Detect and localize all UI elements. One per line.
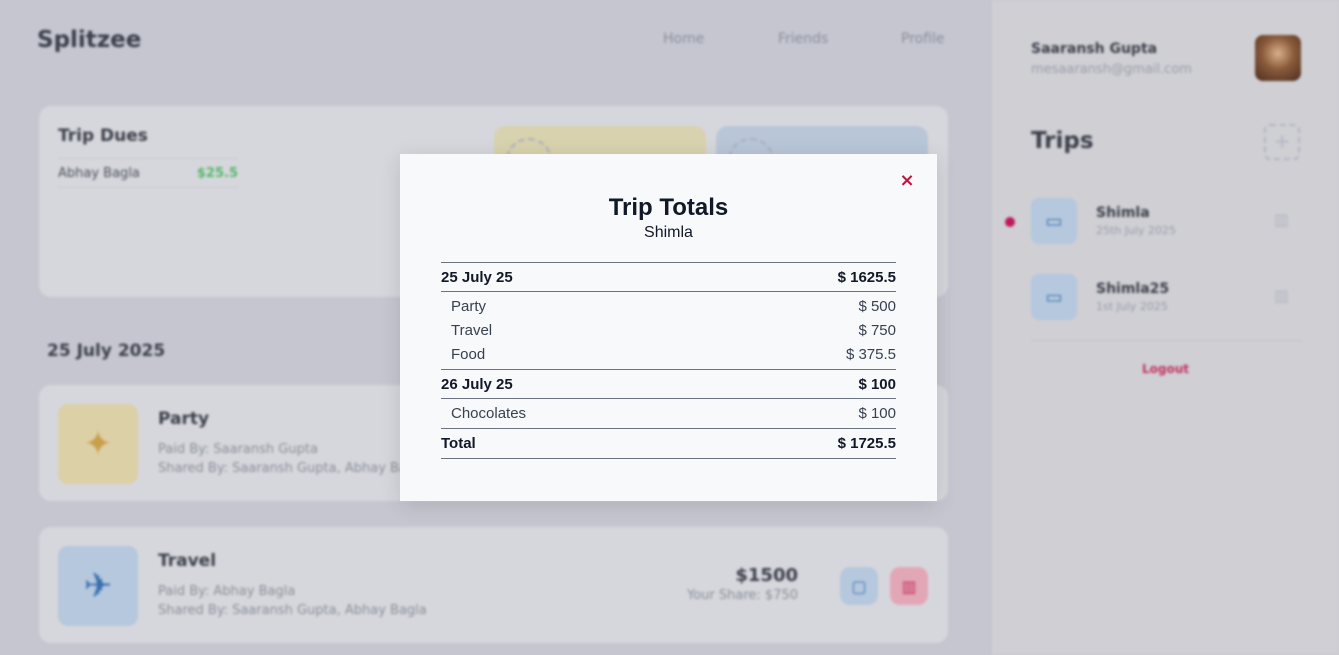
avatar[interactable] bbox=[1255, 35, 1301, 81]
nav-home[interactable]: Home bbox=[663, 31, 704, 47]
trips-title: Trips bbox=[1031, 128, 1094, 154]
nav-friends[interactable]: Friends bbox=[778, 31, 828, 47]
close-icon[interactable]: × bbox=[897, 171, 917, 191]
logout-button[interactable]: Logout bbox=[992, 362, 1339, 376]
modal-subtitle: Shimla bbox=[644, 224, 693, 241]
group-total: $ 100 bbox=[858, 375, 896, 393]
trip-name: Shimla25 bbox=[1096, 281, 1170, 297]
group-total: $ 1625.5 bbox=[837, 268, 896, 286]
group-date: 25 July 25 bbox=[441, 268, 513, 286]
item-label: Chocolates bbox=[451, 404, 527, 422]
expense-name: Party bbox=[158, 409, 210, 429]
item-label: Food bbox=[451, 345, 486, 363]
trip-date: 25th July 2025 bbox=[1096, 224, 1177, 237]
dues-row: Abhay Bagla $25.5 bbox=[58, 158, 238, 188]
trip-totals-modal: × Trip Totals Shimla 25 July 25 $ 1625.5… bbox=[400, 154, 937, 501]
trash-icon: ▥ bbox=[901, 576, 917, 596]
bookmark-button[interactable]: ▢ bbox=[840, 567, 878, 605]
trash-icon[interactable]: ▥ bbox=[1274, 286, 1289, 305]
item-amount: $ 100 bbox=[858, 404, 896, 422]
totals-table: 25 July 25 $ 1625.5 Party $ 500 Travel $… bbox=[441, 262, 896, 459]
item-label: Party bbox=[451, 297, 487, 315]
divider bbox=[1031, 340, 1301, 341]
airplane-icon: ✈ bbox=[58, 546, 138, 626]
item-amount: $ 375.5 bbox=[845, 345, 896, 363]
sidebar: Saaransh Gupta mesaaransh@gmail.com Trip… bbox=[992, 0, 1339, 655]
brand-logo[interactable]: Splitzee bbox=[37, 27, 141, 53]
total-label: Total bbox=[441, 435, 476, 452]
expense-your-share: Your Share: $750 bbox=[687, 588, 798, 603]
active-indicator bbox=[1005, 217, 1015, 227]
group-items: Party $ 500 Travel $ 750 Food $ 375.5 bbox=[441, 292, 896, 370]
nav-profile[interactable]: Profile bbox=[901, 31, 945, 47]
group-date: 26 July 25 bbox=[441, 375, 513, 393]
user-name: Saaransh Gupta bbox=[1031, 41, 1158, 57]
expense-name: Travel bbox=[158, 551, 217, 571]
delete-expense-button[interactable]: ▥ bbox=[890, 567, 928, 605]
item-row: Travel $ 750 bbox=[441, 318, 896, 342]
group-header-row: 26 July 25 $ 100 bbox=[441, 370, 896, 399]
dues-amount: $25.5 bbox=[196, 166, 238, 181]
item-amount: $ 500 bbox=[858, 297, 896, 315]
ticket-icon: ▭ bbox=[1031, 198, 1077, 244]
trash-icon[interactable]: ▥ bbox=[1274, 210, 1289, 229]
trip-name: Shimla bbox=[1096, 205, 1150, 221]
bookmark-icon: ▢ bbox=[851, 576, 867, 596]
item-label: Travel bbox=[451, 321, 493, 339]
group-items: Chocolates $ 100 bbox=[441, 399, 896, 429]
item-amount: $ 750 bbox=[858, 321, 896, 339]
party-popper-icon: ✦ bbox=[58, 404, 138, 484]
trip-date: 1st July 2025 bbox=[1096, 300, 1168, 313]
user-email: mesaaransh@gmail.com bbox=[1031, 62, 1192, 77]
dues-name: Abhay Bagla bbox=[58, 166, 140, 181]
add-trip-button[interactable]: + bbox=[1264, 124, 1300, 160]
expense-card-travel[interactable]: ✈ Travel Paid By: Abhay Bagla Shared By:… bbox=[39, 527, 948, 643]
item-row: Food $ 375.5 bbox=[441, 342, 896, 366]
modal-title: Trip Totals bbox=[608, 194, 729, 221]
total-value: $ 1725.5 bbox=[837, 435, 896, 452]
expense-amount: $1500 bbox=[735, 565, 798, 586]
grand-total-row: Total $ 1725.5 bbox=[441, 429, 896, 459]
ticket-icon: ▭ bbox=[1031, 274, 1077, 320]
trip-item-shimla25[interactable]: ▭ Shimla25 1st July 2025 ▥ bbox=[1031, 274, 1301, 322]
group-header-row: 25 July 25 $ 1625.5 bbox=[441, 263, 896, 292]
expense-shared-by: Shared By: Saaransh Gupta, Abhay Bagla bbox=[158, 603, 427, 618]
trip-item-shimla[interactable]: ▭ Shimla 25th July 2025 ▥ bbox=[1005, 198, 1301, 246]
expense-paid-by: Paid By: Abhay Bagla bbox=[158, 584, 296, 599]
expense-shared-by: Shared By: Saaransh Gupta, Abhay Bagla bbox=[158, 461, 427, 476]
item-row: Party $ 500 bbox=[441, 294, 896, 318]
expense-paid-by: Paid By: Saaransh Gupta bbox=[158, 442, 318, 457]
plus-icon: + bbox=[1273, 129, 1291, 153]
item-row: Chocolates $ 100 bbox=[441, 401, 896, 425]
trip-dues-title: Trip Dues bbox=[58, 126, 148, 146]
date-heading: 25 July 2025 bbox=[47, 341, 166, 361]
